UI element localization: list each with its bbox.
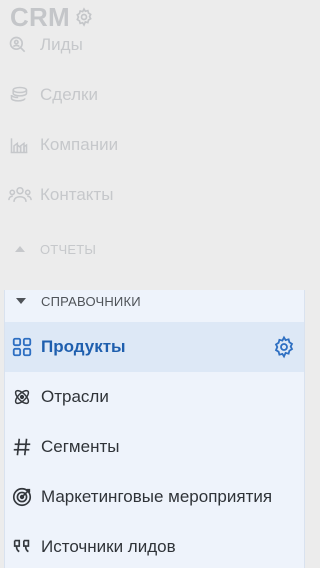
nav-item-marketing-events[interactable]: Маркетинговые мероприятия (5, 472, 304, 522)
target-icon (10, 485, 34, 509)
nav-item-products[interactable]: Продукты (5, 322, 304, 372)
atom-icon (10, 385, 34, 409)
app-title: CRM (10, 1, 70, 32)
nav-item-label: Лиды (40, 35, 83, 54)
nav-item-label: Маркетинговые мероприятия (41, 487, 273, 506)
nav-item-label: Источники лидов (41, 537, 176, 556)
caret-up-icon (14, 245, 26, 253)
nav-item-label: Сегменты (41, 437, 120, 456)
building-icon (8, 134, 32, 156)
quote-icon (10, 535, 34, 559)
caret-down-icon (15, 297, 27, 305)
search-person-icon (8, 34, 32, 56)
nav-item-label: Контакты (40, 185, 114, 204)
section-references[interactable]: СПРАВОЧНИКИ (15, 290, 141, 312)
hash-icon (10, 435, 34, 459)
nav-item-industries[interactable]: Отрасли (5, 372, 304, 422)
nav-item-label: Отрасли (41, 387, 109, 406)
nav-item-companies[interactable]: Компании (8, 130, 118, 160)
nav-item-lead-sources[interactable]: Источники лидов (5, 522, 304, 568)
section-reports[interactable]: ОТЧЕТЫ (14, 237, 96, 261)
nav-item-segments[interactable]: Сегменты (5, 422, 304, 472)
gear-icon[interactable] (74, 7, 94, 27)
people-icon (8, 184, 32, 206)
nav-item-deals[interactable]: Сделки (8, 80, 98, 110)
coins-icon (8, 84, 32, 106)
references-panel: СПРАВОЧНИКИ Продукты Отрасли Сегменты Ма… (4, 290, 305, 568)
app-header: CRM (10, 2, 94, 32)
nav-item-label: Сделки (40, 85, 98, 104)
nav-item-label: Продукты (41, 337, 126, 356)
section-label: СПРАВОЧНИКИ (41, 293, 141, 309)
gear-icon[interactable] (272, 335, 296, 359)
nav-item-leads[interactable]: Лиды (8, 30, 83, 60)
grid-icon (10, 335, 34, 359)
section-label: ОТЧЕТЫ (40, 241, 97, 257)
nav-item-label: Компании (40, 135, 119, 154)
nav-item-contacts[interactable]: Контакты (8, 180, 113, 210)
